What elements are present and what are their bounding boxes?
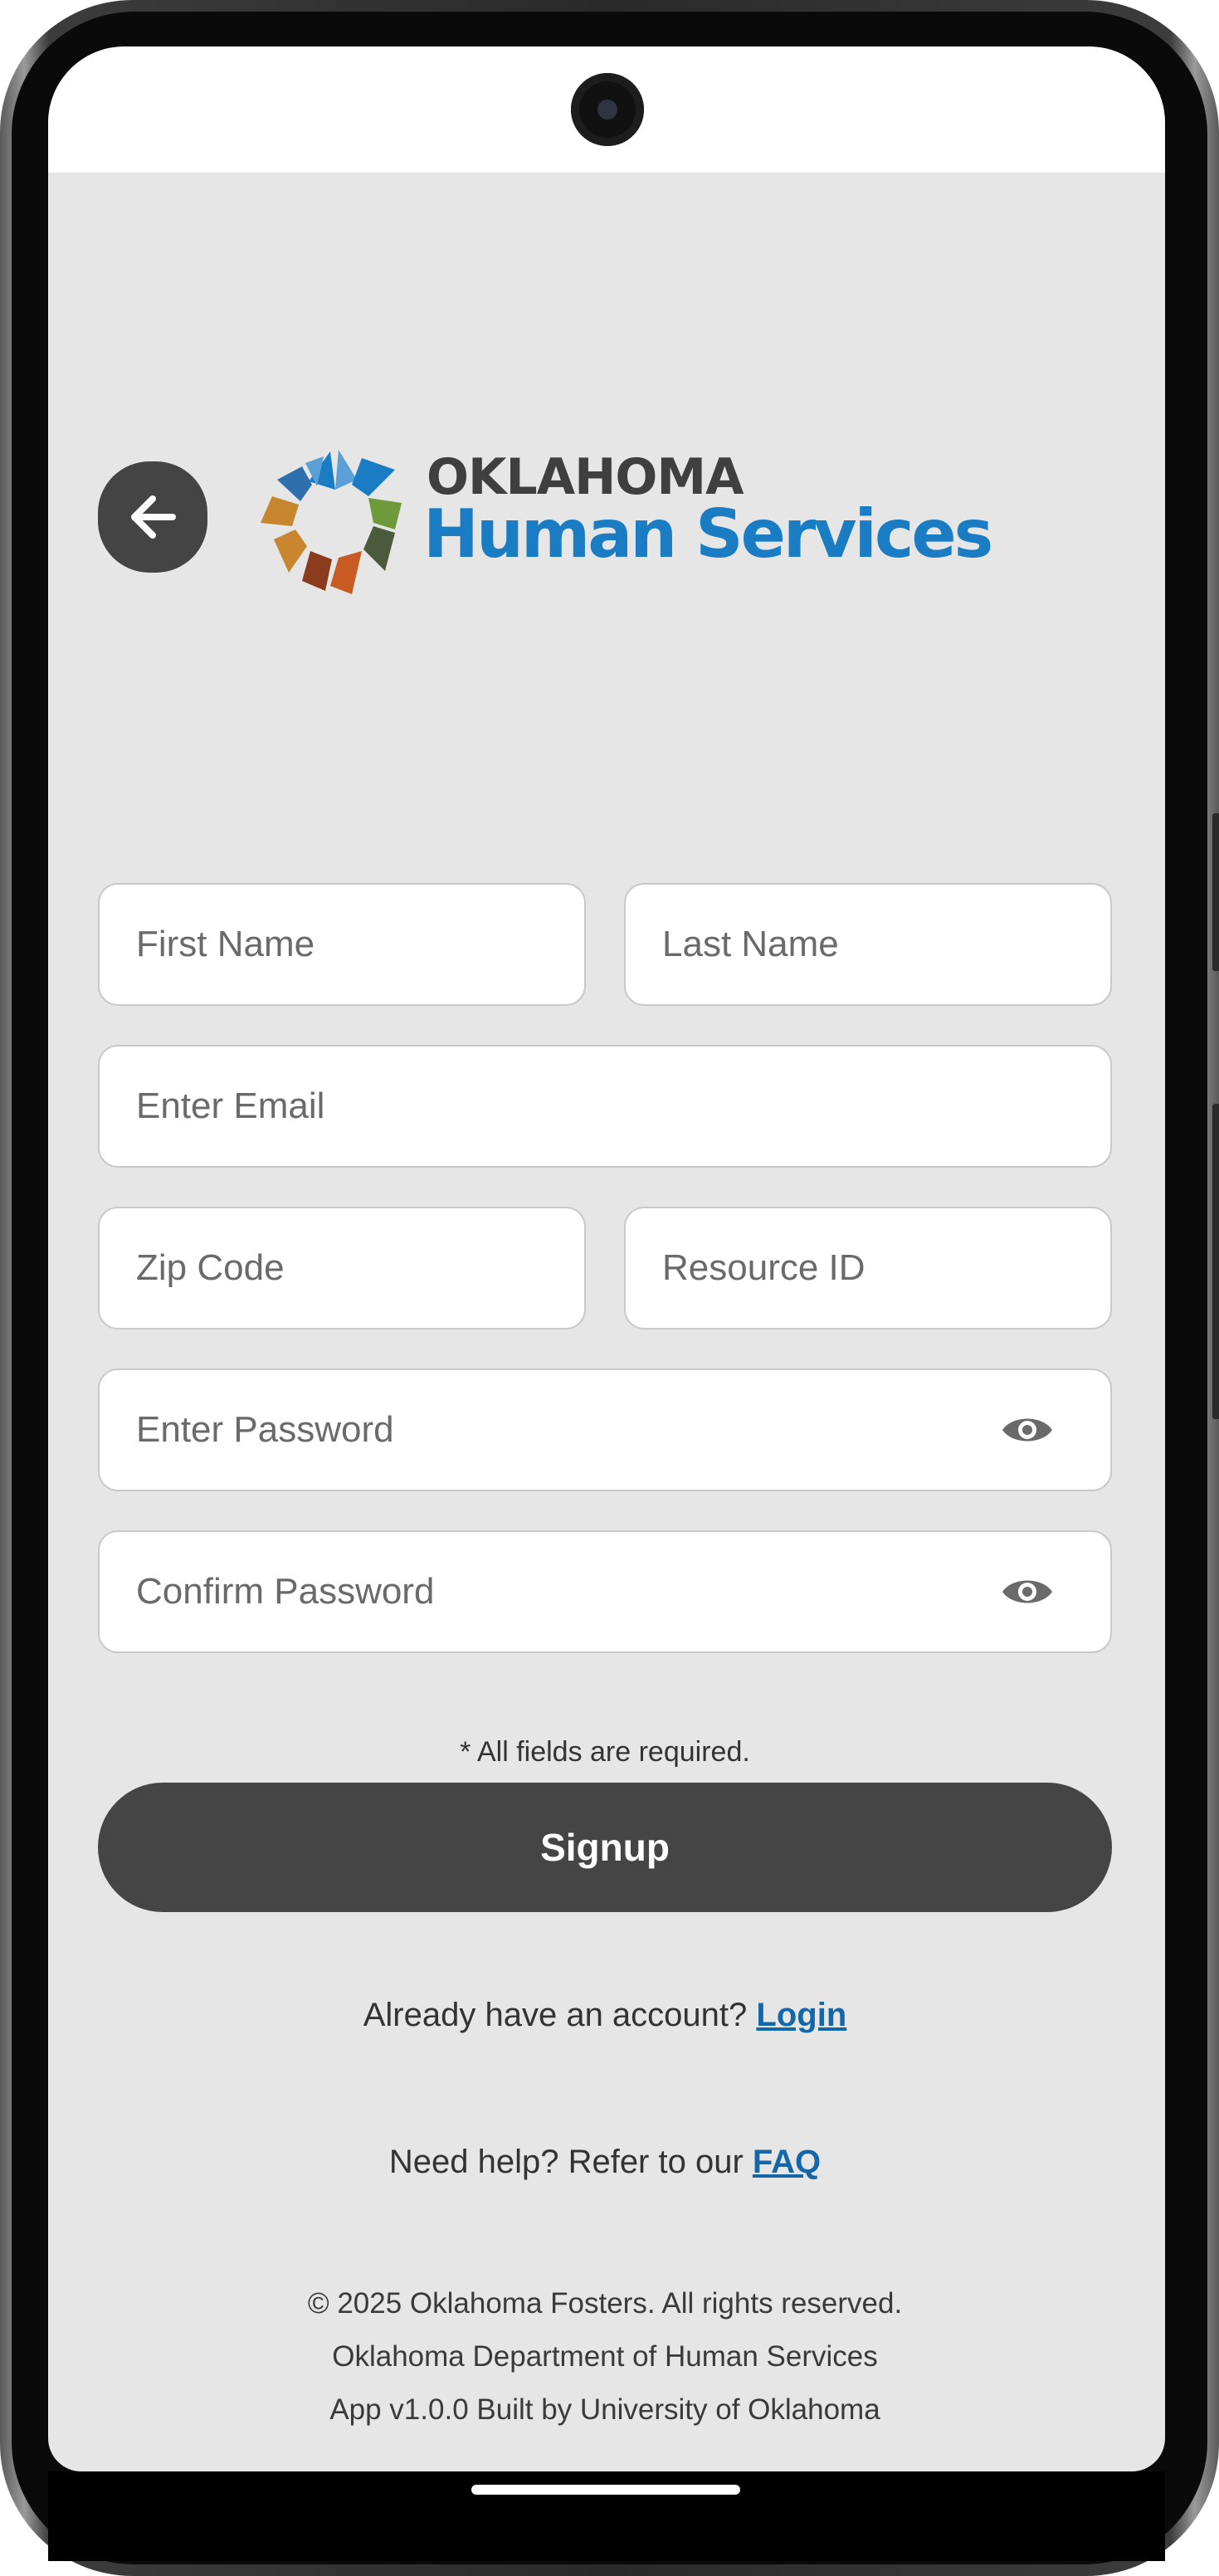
logo-human-services-text: Human Services xyxy=(423,495,993,573)
phone-frame: OKLAHOMA Human Services First Name Last … xyxy=(0,0,1219,2576)
email-input[interactable] xyxy=(136,1046,1110,1166)
footer-copyright: © 2025 Oklahoma Fosters. All rights rese… xyxy=(307,2287,903,2320)
password-input[interactable] xyxy=(136,1370,986,1490)
login-link[interactable]: Login xyxy=(756,1997,846,2033)
last-name-input[interactable] xyxy=(662,885,1110,1004)
home-indicator[interactable] xyxy=(471,2485,740,2495)
front-camera xyxy=(571,73,644,146)
eye-icon[interactable] xyxy=(1001,1410,1054,1450)
status-bar xyxy=(48,46,1165,173)
required-fields-note: * All fields are required. xyxy=(460,1736,750,1768)
footer-version: App v1.0.0 Built by University of Oklaho… xyxy=(329,2393,880,2426)
first-name-field[interactable] xyxy=(98,883,586,1006)
resource-id-field[interactable] xyxy=(624,1207,1112,1329)
first-name-input[interactable] xyxy=(136,885,584,1004)
email-field[interactable] xyxy=(98,1045,1112,1168)
oklahoma-human-services-logo: OKLAHOMA Human Services xyxy=(259,446,993,596)
help-prompt: Need help? Refer to our FAQ xyxy=(98,2144,1112,2181)
resource-id-input[interactable] xyxy=(662,1208,1110,1328)
signup-button[interactable]: Signup xyxy=(98,1783,1112,1912)
back-button[interactable] xyxy=(98,461,207,573)
login-prompt-text: Already have an account? xyxy=(363,1997,748,2033)
confirm-password-field[interactable] xyxy=(98,1530,1112,1653)
last-name-field[interactable] xyxy=(624,883,1112,1006)
app-screen: OKLAHOMA Human Services First Name Last … xyxy=(48,46,1165,2471)
arrow-left-icon xyxy=(131,495,176,539)
zip-code-field[interactable] xyxy=(98,1207,586,1329)
login-prompt: Already have an account? Login xyxy=(98,1997,1112,2034)
eye-icon[interactable] xyxy=(1001,1572,1054,1612)
confirm-password-input[interactable] xyxy=(136,1532,986,1651)
faq-link[interactable]: FAQ xyxy=(753,2144,821,2180)
zip-code-input[interactable] xyxy=(136,1208,584,1328)
star-mark-icon xyxy=(261,450,402,594)
help-prompt-text: Need help? Refer to our xyxy=(388,2144,744,2180)
password-field[interactable] xyxy=(98,1368,1112,1491)
power-button xyxy=(1212,1104,1219,1419)
footer-department: Oklahoma Department of Human Services xyxy=(332,2340,878,2373)
volume-button xyxy=(1212,813,1219,971)
